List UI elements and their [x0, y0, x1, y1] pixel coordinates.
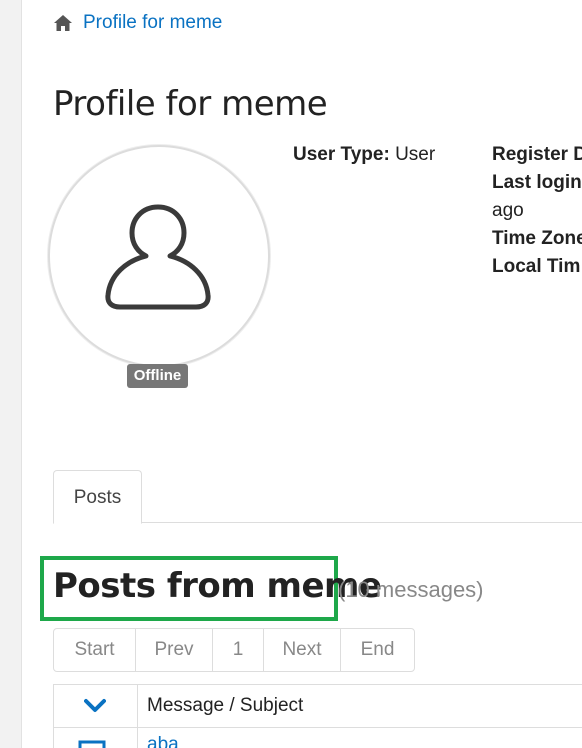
user-type-label: User Type:	[293, 144, 390, 165]
message-icon	[78, 740, 106, 748]
posts-table: Message / Subject aba	[53, 684, 582, 748]
profile-tabs: Posts	[53, 470, 582, 524]
last-login-label: Last login	[492, 172, 582, 193]
avatar	[48, 145, 270, 367]
time-zone-label: Time Zone	[492, 228, 582, 249]
table-row: aba	[54, 728, 582, 748]
left-rail	[0, 0, 22, 748]
table-header: Message / Subject	[54, 685, 582, 728]
breadcrumb: Profile for meme	[53, 12, 222, 34]
status-badge: Offline	[127, 364, 188, 388]
register-date-label: Register D	[492, 144, 582, 165]
tab-posts[interactable]: Posts	[53, 470, 142, 524]
user-type-value: User	[395, 144, 436, 165]
user-type-info: User Type: User	[293, 141, 435, 169]
page-title: Profile for meme	[53, 84, 328, 124]
message-subject-link[interactable]: aba	[147, 734, 179, 748]
last-login-value: ago	[492, 200, 524, 221]
column-header-subject: Message / Subject	[147, 695, 304, 716]
posts-count: (10 messages)	[338, 577, 484, 602]
pager-start-button[interactable]: Start	[54, 629, 136, 671]
pager-prev-button[interactable]: Prev	[136, 629, 213, 671]
message-icon-cell	[54, 728, 138, 748]
chevron-down-icon	[84, 699, 106, 712]
pager-next-button[interactable]: Next	[264, 629, 341, 671]
profile-details: Register D Last login ago Time Zone Loca…	[492, 141, 582, 281]
breadcrumb-profile-link[interactable]: Profile for meme	[83, 12, 222, 34]
pager-page-1-button[interactable]: 1	[213, 629, 264, 671]
pager-end-button[interactable]: End	[341, 629, 414, 671]
local-time-label: Local Tim	[492, 256, 581, 277]
posts-heading: Posts from meme	[53, 566, 382, 606]
sort-toggle[interactable]	[54, 685, 138, 728]
home-icon[interactable]	[53, 14, 73, 32]
pagination: Start Prev 1 Next End	[53, 628, 415, 672]
user-silhouette-icon	[105, 204, 211, 310]
